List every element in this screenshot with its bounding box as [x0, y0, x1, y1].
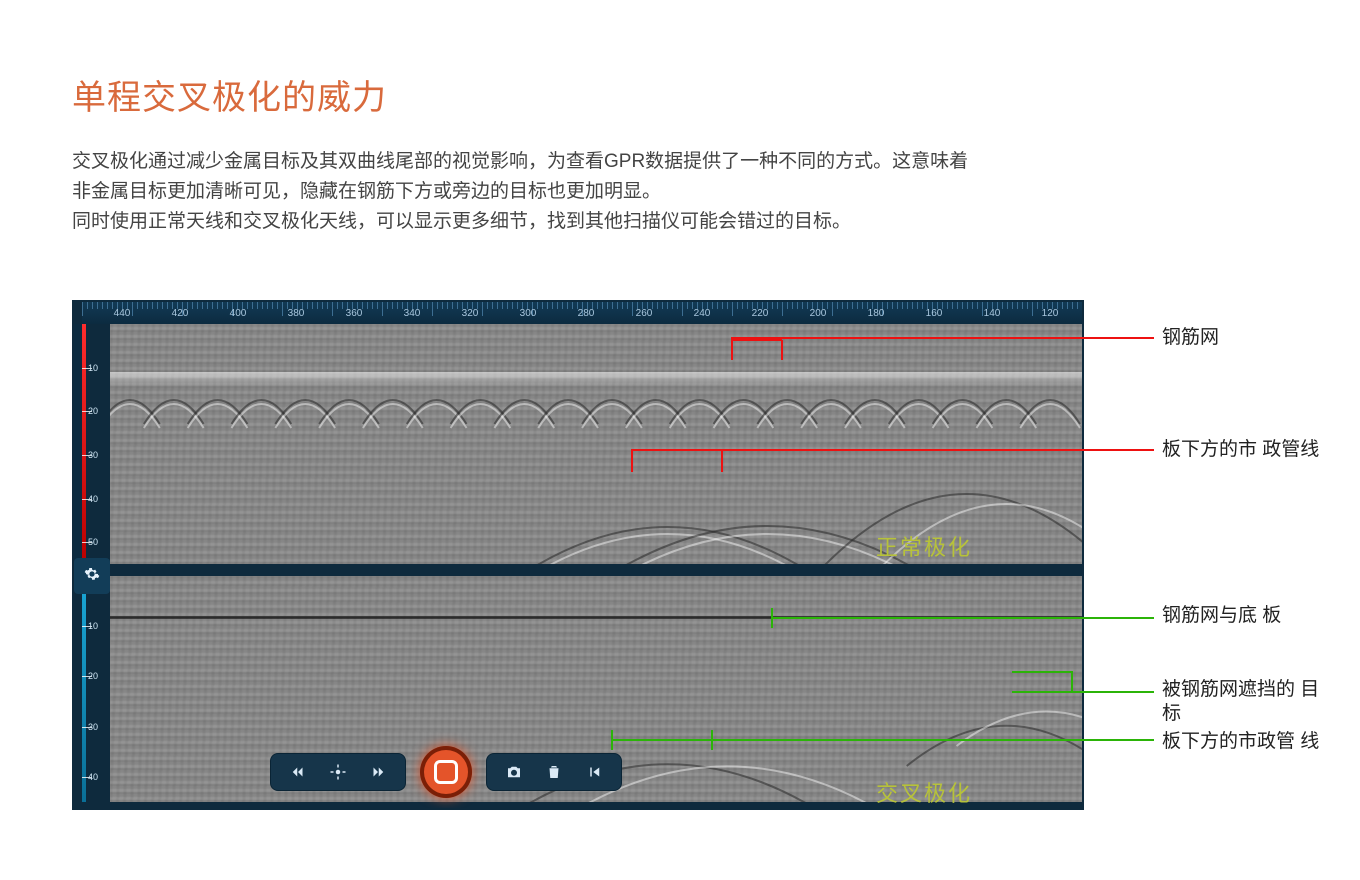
page-title: 单程交叉极化的威力 [72, 70, 1300, 119]
forward-fast-button[interactable] [369, 763, 387, 781]
gear-icon [84, 566, 100, 587]
vertical-ruler-strip [74, 324, 82, 564]
camera-icon [505, 763, 523, 781]
rewind-fast-button[interactable] [289, 763, 307, 781]
horizontal-ruler: 4404204003803603403203002802602402202001… [82, 302, 1082, 324]
caption-cross-polarization: 交叉极化 [876, 776, 972, 808]
caption-normal-polarization: 正常极化 [876, 530, 972, 562]
callout-utility-top: 板下方的市 政管线 [1162, 438, 1322, 462]
skip-back-icon [585, 763, 603, 781]
depth-scale-cross: 10203040 [82, 576, 110, 802]
callout-utility-bottom: 板下方的市政管 线 [1162, 730, 1322, 754]
double-chevron-right-icon [369, 763, 387, 781]
double-chevron-left-icon [289, 763, 307, 781]
scan-screenshot: 4404204003803603403203002802602402202001… [72, 300, 1084, 810]
delete-button[interactable] [545, 763, 563, 781]
gpr-figure: 4404204003803603403203002802602402202001… [72, 300, 1292, 810]
callout-rebar-mesh: 钢筋网 [1162, 326, 1322, 350]
scan-toolbar [270, 746, 622, 798]
crosshair-icon [329, 763, 347, 781]
center-button[interactable] [329, 763, 347, 781]
skip-back-button[interactable] [585, 763, 603, 781]
screenshot-button[interactable] [505, 763, 523, 781]
trash-icon [545, 763, 563, 781]
callout-mesh-and-bottom: 钢筋网与底 板 [1162, 604, 1322, 628]
depth-scale-normal: 1020304050 [82, 324, 110, 564]
nav-pill [270, 753, 406, 791]
record-stop-button[interactable] [420, 746, 472, 798]
intro-paragraph: 交叉极化通过减少金属目标及其双曲线尾部的视觉影响，为查看GPR数据提供了一种不同… [72, 147, 1132, 237]
tools-pill [486, 753, 622, 791]
scan-panel-normal [110, 324, 1082, 564]
callout-obscured-target: 被钢筋网遮挡的 目标 [1162, 678, 1322, 726]
settings-tab[interactable] [74, 558, 110, 594]
